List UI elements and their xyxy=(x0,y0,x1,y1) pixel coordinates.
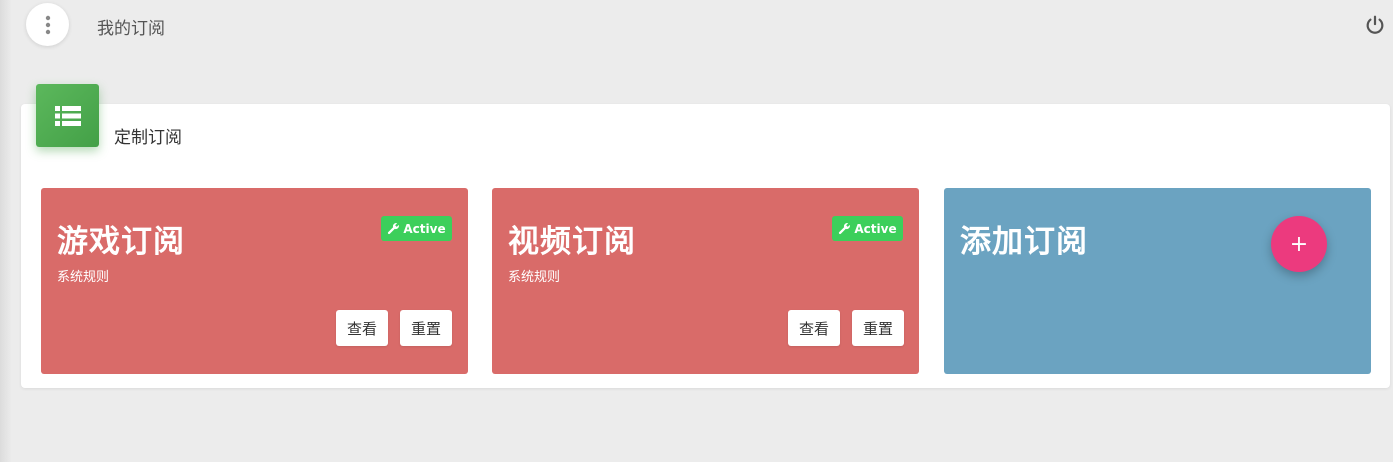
status-badge: Active xyxy=(832,216,903,241)
subscription-card-games: 游戏订阅 系统规则 Active 查看 重置 xyxy=(41,188,468,374)
view-button[interactable]: 查看 xyxy=(788,310,840,346)
page-title: 我的订阅 xyxy=(97,19,165,39)
more-vertical-icon xyxy=(45,15,50,34)
list-icon xyxy=(54,105,81,126)
subscription-card-videos: 视频订阅 系统规则 Active 查看 重置 xyxy=(492,188,919,374)
more-menu-button[interactable] xyxy=(26,3,69,46)
plus-icon: + xyxy=(1289,231,1309,257)
reset-button[interactable]: 重置 xyxy=(852,310,904,346)
panel-header-icon xyxy=(36,84,99,147)
add-subscription-button[interactable]: + xyxy=(1271,216,1327,272)
card-subtitle: 系统规则 xyxy=(508,270,561,285)
card-title: 添加订阅 xyxy=(960,224,1088,260)
reset-button[interactable]: 重置 xyxy=(400,310,452,346)
status-badge-label: Active xyxy=(854,221,897,236)
card-title: 视频订阅 xyxy=(508,224,636,260)
top-bar: 我的订阅 xyxy=(0,0,1393,52)
wrench-icon xyxy=(839,223,851,235)
view-button[interactable]: 查看 xyxy=(336,310,388,346)
status-badge: Active xyxy=(381,216,452,241)
sidebar-edge xyxy=(0,0,12,462)
wrench-icon xyxy=(388,223,400,235)
card-subtitle: 系统规则 xyxy=(57,270,110,285)
power-icon[interactable] xyxy=(1364,14,1386,36)
panel-title: 定制订阅 xyxy=(114,128,182,148)
status-badge-label: Active xyxy=(403,221,446,236)
add-subscription-card: 添加订阅 + xyxy=(944,188,1371,374)
card-title: 游戏订阅 xyxy=(57,224,185,260)
